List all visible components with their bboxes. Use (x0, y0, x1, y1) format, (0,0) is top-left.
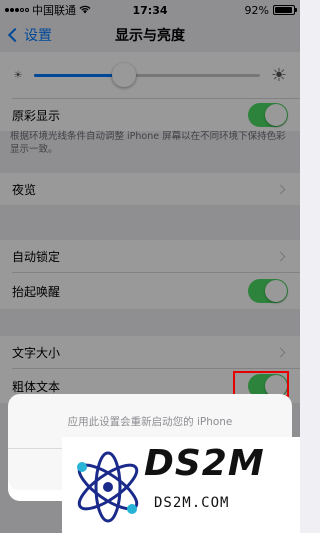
alert-message: 应用此设置会重新启动您的 iPhone (67, 415, 233, 428)
watermark-brand: DS2M (144, 443, 265, 484)
atom-logo-icon (77, 451, 139, 523)
watermark-site: DS2M.COM (154, 495, 230, 511)
watermark-logo: DS2M DS2M.COM (62, 437, 300, 533)
